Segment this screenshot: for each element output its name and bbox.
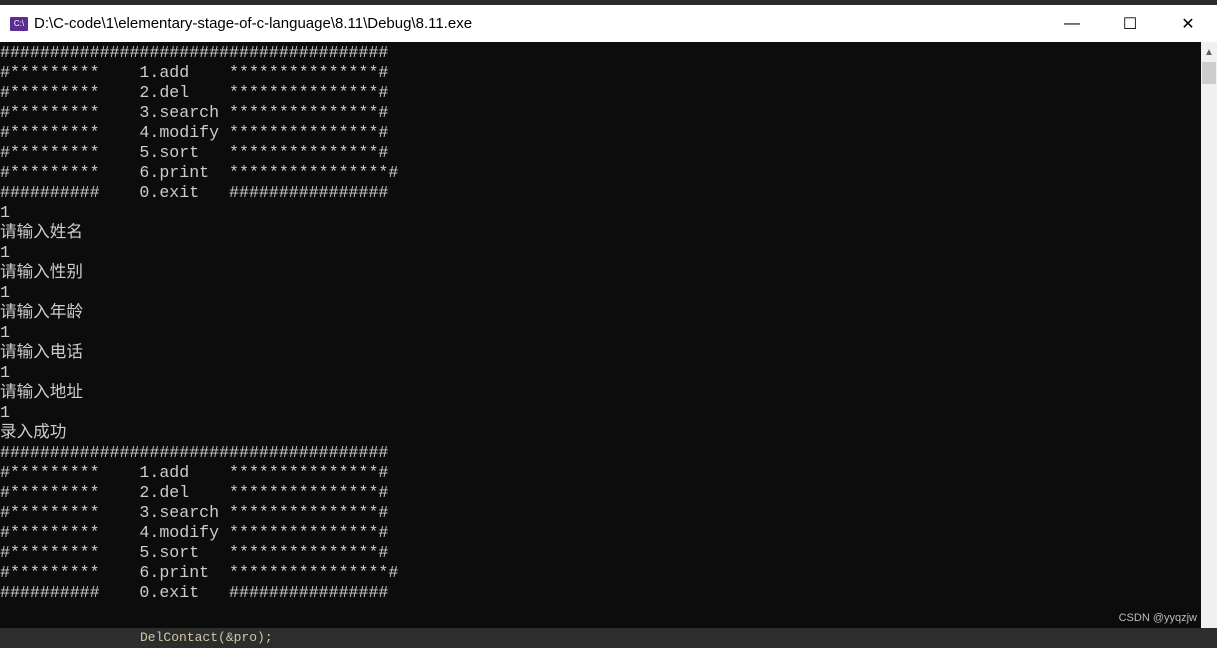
console-output[interactable]: ####################################### #… xyxy=(0,43,1201,628)
console-line: 录入成功 xyxy=(0,423,67,442)
console-line: 请输入姓名 xyxy=(0,223,83,242)
scrollbar-thumb[interactable] xyxy=(1202,62,1216,84)
console-app-icon: C:\ xyxy=(10,16,28,31)
watermark: CSDN @yyqzjw xyxy=(1118,612,1197,624)
console-line: #********* 2.del ***************# xyxy=(0,83,389,102)
console-line: 1 xyxy=(0,323,10,342)
console-line: #********* 3.search ***************# xyxy=(0,103,389,122)
console-line: ########## 0.exit ################ xyxy=(0,183,389,202)
console-line: #********* 3.search ***************# xyxy=(0,503,389,522)
console-line: #********* 5.sort ***************# xyxy=(0,143,389,162)
maximize-button[interactable]: ☐ xyxy=(1101,5,1159,42)
minimize-button[interactable]: — xyxy=(1043,5,1101,42)
console-line: 1 xyxy=(0,403,10,422)
window-title: D:\C-code\1\elementary-stage-of-c-langua… xyxy=(34,15,473,32)
console-line: #********* 4.modify ***************# xyxy=(0,523,389,542)
title-bar[interactable]: C:\ D:\C-code\1\elementary-stage-of-c-la… xyxy=(0,5,1217,42)
vertical-scrollbar[interactable]: ▲ xyxy=(1201,42,1217,628)
close-button[interactable]: ✕ xyxy=(1159,5,1217,42)
console-line: 1 xyxy=(0,283,10,302)
console-line: #********* 1.add ***************# xyxy=(0,63,389,82)
scroll-up-icon[interactable]: ▲ xyxy=(1201,42,1217,62)
console-line: #********* 4.modify ***************# xyxy=(0,123,389,142)
console-line: 请输入年龄 xyxy=(0,303,83,322)
console-line: #********* 1.add ***************# xyxy=(0,463,389,482)
console-line: #********* 5.sort ***************# xyxy=(0,543,389,562)
console-line: 请输入电话 xyxy=(0,343,83,362)
console-line: #********* 6.print ****************# xyxy=(0,163,399,182)
background-editor: DelContact(&pro); xyxy=(0,628,1217,648)
console-line: ########## 0.exit ################ xyxy=(0,583,389,602)
background-code-line: DelContact(&pro); xyxy=(140,630,273,645)
console-line: ####################################### xyxy=(0,443,389,462)
console-line: #********* 2.del ***************# xyxy=(0,483,389,502)
console-line: #********* 6.print ****************# xyxy=(0,563,399,582)
console-line: 1 xyxy=(0,203,10,222)
console-line: 1 xyxy=(0,363,10,382)
console-line: 请输入性别 xyxy=(0,263,83,282)
console-line: 请输入地址 xyxy=(0,383,83,402)
console-line: 1 xyxy=(0,243,10,262)
console-line: ####################################### xyxy=(0,43,389,62)
